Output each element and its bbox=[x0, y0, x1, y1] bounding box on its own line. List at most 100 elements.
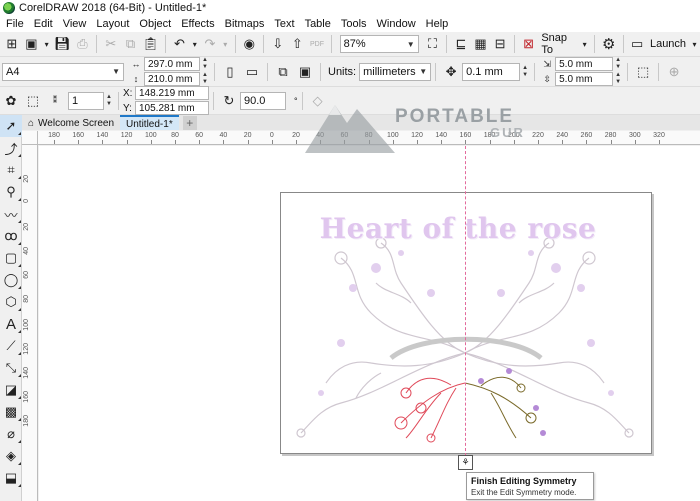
parallel-dimension-tool-icon[interactable]: ⟋ bbox=[0, 335, 22, 357]
menu-file[interactable]: File bbox=[6, 18, 24, 30]
lilac-flowers bbox=[318, 250, 614, 396]
menu-bitmaps[interactable]: Bitmaps bbox=[225, 18, 265, 30]
page-size-dropdown[interactable]: A4 ▼ bbox=[2, 62, 124, 81]
current-page-icon[interactable]: ▣ bbox=[296, 63, 314, 81]
new-document-icon[interactable]: ⊞ bbox=[4, 35, 20, 53]
transparency-tool-icon[interactable]: ▩ bbox=[0, 401, 22, 423]
menu-edit[interactable]: Edit bbox=[34, 18, 53, 30]
tab-welcome-screen[interactable]: ⌂ Welcome Screen bbox=[22, 115, 121, 130]
show-rulers-icon[interactable]: ⊑ bbox=[453, 35, 469, 53]
redo-icon[interactable]: ↷ bbox=[202, 35, 218, 53]
menu-layout[interactable]: Layout bbox=[96, 18, 129, 30]
smart-fill-tool-icon[interactable]: ⬓ bbox=[0, 467, 22, 489]
home-icon: ⌂ bbox=[28, 118, 35, 129]
duplicate-x-spinner[interactable]: ▲ ▼ bbox=[613, 57, 623, 71]
open-folder-icon[interactable]: ▣ bbox=[24, 35, 40, 53]
finish-symmetry-button[interactable]: ⚘ bbox=[458, 455, 473, 470]
y-position-input[interactable]: 105.281 mm bbox=[135, 101, 209, 115]
landscape-icon[interactable]: ▭ bbox=[243, 63, 261, 81]
standard-toolbar: ⊞ ▣ ▾ 💾︎ ⎙ ✂ ⧉ 📋︎ ↶ ▾ ↷ ▾ ◉ ⇩ ⇧ PDF 87% … bbox=[0, 32, 700, 57]
snap-off-icon[interactable]: ⊠ bbox=[521, 35, 537, 53]
zoom-tool-icon[interactable]: ⚲ bbox=[0, 181, 22, 203]
launch-button[interactable]: Launch bbox=[650, 38, 686, 50]
nudge-distance-input[interactable]: 0.1 mm bbox=[462, 62, 521, 81]
ellipse-tool-icon[interactable]: ◯ bbox=[0, 269, 22, 291]
snap-to-button[interactable]: Snap To bbox=[541, 32, 576, 56]
ruler-origin[interactable] bbox=[22, 131, 38, 145]
full-screen-icon[interactable]: ⛶ bbox=[425, 35, 441, 53]
rotation-angle-input[interactable]: 90.0 bbox=[240, 91, 286, 110]
symmetry-frame-icon[interactable]: ⬚ bbox=[24, 92, 42, 110]
export-icon[interactable]: ⇧ bbox=[290, 35, 306, 53]
zoom-level-value: 87% bbox=[343, 38, 366, 50]
page-width-spinner[interactable]: ▲ ▼ bbox=[200, 57, 210, 71]
show-grid-icon[interactable]: ▦ bbox=[473, 35, 489, 53]
print-icon[interactable]: ⎙ bbox=[75, 35, 91, 53]
page-height-spinner[interactable]: ▲ ▼ bbox=[200, 72, 210, 86]
chevron-down-icon[interactable]: ▾ bbox=[191, 35, 198, 53]
chevron-down-icon[interactable]: ▾ bbox=[43, 35, 50, 53]
nudge-spinner[interactable]: ▲ ▼ bbox=[520, 65, 530, 79]
pick-tool-icon[interactable]: ➚ bbox=[0, 115, 22, 137]
x-label: X: bbox=[123, 87, 133, 99]
ruler-tick-label: 100 bbox=[144, 132, 157, 139]
units-dropdown[interactable]: millimeters ▼ bbox=[359, 62, 432, 81]
symmetry-line[interactable] bbox=[465, 146, 466, 456]
undo-icon[interactable]: ↶ bbox=[172, 35, 188, 53]
page-width-input[interactable]: 297.0 mm bbox=[144, 57, 200, 71]
tab-document[interactable]: Untitled-1* bbox=[120, 115, 179, 130]
save-icon[interactable]: 💾︎ bbox=[54, 35, 71, 53]
chevron-down-icon[interactable]: ▾ bbox=[222, 35, 229, 53]
mirror-lines-input[interactable]: 1 bbox=[68, 91, 104, 110]
mirror-lines-spinner[interactable]: ▲ ▼ bbox=[104, 94, 114, 108]
menu-window[interactable]: Window bbox=[377, 18, 416, 30]
publish-pdf-icon[interactable]: PDF bbox=[309, 35, 325, 53]
freehand-tool-icon[interactable]: 〰 bbox=[0, 203, 22, 225]
menu-object[interactable]: Object bbox=[139, 18, 171, 30]
ruler-tick-label: 180 bbox=[23, 415, 30, 427]
chevron-down-icon[interactable]: ▾ bbox=[691, 35, 698, 53]
import-icon[interactable]: ⇩ bbox=[270, 35, 286, 53]
portrait-icon[interactable]: ▯ bbox=[221, 63, 239, 81]
menu-effects[interactable]: Effects bbox=[181, 18, 214, 30]
page-border-icon[interactable]: ⬚ bbox=[634, 63, 652, 81]
page-height-input[interactable]: 210.0 mm bbox=[144, 72, 200, 86]
artwork-title[interactable]: Heart of the rose bbox=[298, 212, 618, 245]
menu-text[interactable]: Text bbox=[274, 18, 294, 30]
symmetry-flower-icon[interactable]: ✿ bbox=[2, 92, 20, 110]
polygon-tool-icon[interactable]: ⬡ bbox=[0, 291, 22, 313]
chevron-down-icon[interactable]: ▾ bbox=[581, 35, 588, 53]
add-tab-button[interactable]: + bbox=[182, 116, 197, 130]
toolbar-separator bbox=[435, 62, 437, 81]
zoom-level-dropdown[interactable]: 87% ▼ bbox=[339, 35, 419, 53]
paste-icon[interactable]: 📋︎ bbox=[142, 35, 159, 53]
interactive-fill-tool-icon[interactable]: ◈ bbox=[0, 445, 22, 467]
duplicate-distance-y-input[interactable]: 5.0 mm bbox=[555, 72, 614, 86]
add-plus-icon[interactable]: ⊕ bbox=[665, 63, 683, 81]
x-position-input[interactable]: 148.219 mm bbox=[135, 86, 209, 100]
ruler-tick-label: 20 bbox=[243, 132, 252, 139]
duplicate-y-spinner[interactable]: ▲ ▼ bbox=[613, 72, 623, 86]
shape-tool-icon[interactable]: ⤴ bbox=[0, 137, 22, 159]
drop-shadow-tool-icon[interactable]: ◪ bbox=[0, 379, 22, 401]
duplicate-distance-x-input[interactable]: 5.0 mm bbox=[555, 57, 614, 71]
eyedropper-tool-icon[interactable]: ⌀ bbox=[0, 423, 22, 445]
search-content-icon[interactable]: ◉ bbox=[242, 35, 258, 53]
vertical-ruler[interactable]: 20 0 20 40 60 80 100 120 140 160 180 bbox=[22, 145, 38, 501]
gear-icon[interactable]: ⚙ bbox=[601, 35, 617, 53]
crop-tool-icon[interactable]: ⌗ bbox=[0, 159, 22, 181]
connector-tool-icon[interactable]: ⤡ bbox=[0, 357, 22, 379]
cut-icon[interactable]: ✂ bbox=[103, 35, 119, 53]
launch-icon[interactable]: ▭ bbox=[629, 35, 645, 53]
page-width-value: 297.0 mm bbox=[148, 58, 193, 70]
menu-tools[interactable]: Tools bbox=[341, 18, 367, 30]
rectangle-tool-icon[interactable]: ▢ bbox=[0, 247, 22, 269]
all-pages-icon[interactable]: ⧉ bbox=[274, 63, 292, 81]
copy-icon[interactable]: ⧉ bbox=[123, 35, 139, 53]
menu-help[interactable]: Help bbox=[426, 18, 449, 30]
menu-table[interactable]: Table bbox=[305, 18, 331, 30]
menu-view[interactable]: View bbox=[63, 18, 87, 30]
text-tool-icon[interactable]: A bbox=[0, 313, 22, 335]
show-guidelines-icon[interactable]: ⊟ bbox=[492, 35, 508, 53]
artistic-media-tool-icon[interactable]: ꝏ bbox=[0, 225, 22, 247]
